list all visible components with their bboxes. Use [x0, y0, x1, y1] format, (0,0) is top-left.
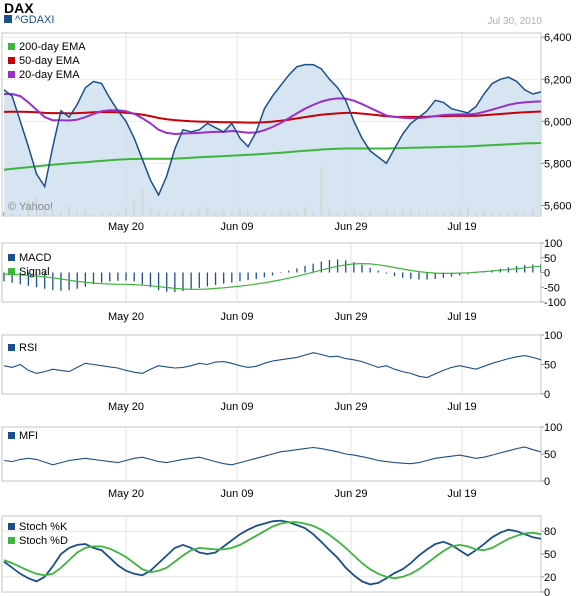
x-tick-label: May 20 — [108, 311, 144, 323]
x-tick-label: Jul 19 — [447, 221, 476, 233]
x-tick-label: Jun 29 — [334, 221, 367, 233]
y-tick-label: -100 — [544, 297, 566, 309]
legend-stoch-k[interactable]: Stoch %K — [8, 520, 68, 534]
y-tick-label: 100 — [544, 422, 562, 434]
legend-20-ema[interactable]: 20-day EMA — [8, 68, 86, 82]
chart-canvas: © Yahoo! May 20 Jun 09 Jun 29 Jul 19 6,400 6,… — [1, 32, 572, 596]
legend-macd[interactable]: MACD — [8, 251, 51, 265]
y-tick-label: 100 — [544, 238, 562, 250]
legend-swatch-icon — [8, 57, 15, 64]
y-tick-label: 50 — [544, 253, 556, 265]
y-tick-label: 0 — [544, 476, 550, 488]
legend-swatch-icon — [8, 71, 15, 78]
legend-signal[interactable]: Signal — [8, 265, 51, 279]
y-tick-label: 50 — [544, 449, 556, 461]
y-tick-label: 100 — [544, 330, 562, 342]
x-tick-label: Jun 09 — [220, 401, 253, 413]
y-tick-label: 20 — [544, 572, 556, 584]
legend-swatch-icon — [8, 432, 15, 439]
x-tick-label: May 20 — [108, 221, 144, 233]
macd-legend: MACD Signal — [8, 251, 51, 279]
legend-label: Stoch %K — [19, 521, 68, 533]
y-tick-label: 50 — [544, 360, 556, 372]
x-tick-label: Jun 29 — [334, 401, 367, 413]
legend-swatch-icon — [8, 268, 15, 275]
stoch-legend: Stoch %K Stoch %D — [8, 520, 68, 548]
y-tick-label: 6,200 — [544, 74, 572, 86]
y-tick-label: 5,600 — [544, 200, 572, 212]
legend-swatch-icon — [8, 344, 15, 351]
legend-swatch-icon — [8, 537, 15, 544]
y-tick-label: 0 — [544, 587, 550, 596]
x-tick-label: May 20 — [108, 401, 144, 413]
y-tick-label: 5,800 — [544, 158, 572, 170]
price-legend: 200-day EMA 50-day EMA 20-day EMA — [8, 40, 86, 82]
legend-label: Signal — [19, 266, 50, 278]
y-tick-label: -50 — [544, 282, 560, 294]
legend-rsi[interactable]: RSI — [8, 341, 37, 355]
y-tick-label: 0 — [544, 268, 550, 280]
rsi-legend: RSI — [8, 341, 37, 355]
legend-stoch-d[interactable]: Stoch %D — [8, 534, 68, 548]
y-tick-label: 0 — [544, 389, 550, 401]
legend-swatch-icon — [8, 254, 15, 261]
x-tick-label: May 20 — [108, 488, 144, 500]
x-tick-label: Jun 29 — [334, 488, 367, 500]
yahoo-watermark: © Yahoo! — [8, 201, 53, 213]
y-tick-label: 6,000 — [544, 116, 572, 128]
legend-swatch-icon — [8, 523, 15, 530]
x-tick-label: Jul 19 — [447, 401, 476, 413]
legend-label: MACD — [19, 252, 52, 264]
legend-swatch-icon — [8, 43, 15, 50]
legend-50-ema[interactable]: 50-day EMA — [8, 54, 86, 68]
legend-mfi[interactable]: MFI — [8, 429, 38, 443]
x-tick-label: Jul 19 — [447, 488, 476, 500]
x-tick-label: Jun 29 — [334, 311, 367, 323]
legend-label: 20-day EMA — [19, 69, 80, 81]
legend-label: 50-day EMA — [19, 55, 80, 67]
y-tick-label: 50 — [544, 549, 556, 561]
legend-label: MFI — [19, 430, 38, 442]
x-tick-label: Jun 09 — [220, 488, 253, 500]
x-tick-label: Jun 09 — [220, 311, 253, 323]
legend-label: 200-day EMA — [19, 41, 86, 53]
legend-label: Stoch %D — [19, 535, 68, 547]
mfi-legend: MFI — [8, 429, 38, 443]
legend-200-ema[interactable]: 200-day EMA — [8, 40, 86, 54]
x-tick-label: Jul 19 — [447, 311, 476, 323]
y-tick-label: 6,400 — [544, 32, 572, 44]
legend-label: RSI — [19, 342, 38, 354]
y-tick-label: 80 — [544, 526, 556, 538]
x-tick-label: Jun 09 — [220, 221, 253, 233]
